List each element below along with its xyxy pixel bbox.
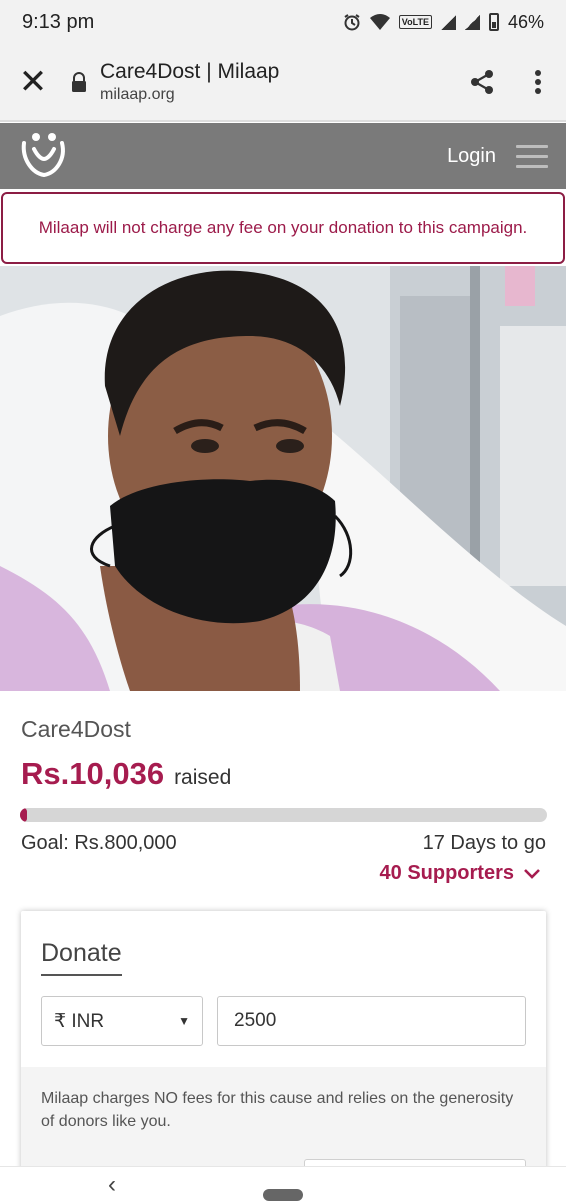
battery-icon — [488, 13, 499, 31]
volte-badge: VoLTE — [398, 15, 432, 29]
signal-icon — [440, 14, 456, 30]
goal-text: Goal: Rs.800,000 — [21, 832, 177, 854]
more-options-icon[interactable] — [510, 69, 566, 95]
status-bar: 9:13 pm VoLTE 46% — [0, 0, 566, 44]
home-pill-icon[interactable] — [263, 1189, 303, 1201]
alarm-icon — [344, 14, 360, 31]
status-icons: VoLTE 46% — [343, 12, 544, 33]
wifi-icon — [369, 14, 390, 30]
raised-label: raised — [174, 766, 232, 789]
donate-card: Donate ₹ INR ▼ Milaap charges NO fees fo… — [21, 911, 546, 1189]
currency-select[interactable]: ₹ INR ▼ — [41, 996, 203, 1046]
status-time: 9:13 pm — [22, 10, 95, 33]
fee-notice-banner: Milaap will not charge any fee on your d… — [1, 192, 565, 264]
login-link[interactable]: Login — [447, 145, 496, 168]
raised-summary: Rs.10,036 raised — [21, 756, 231, 792]
raised-amount: Rs.10,036 — [21, 756, 165, 791]
back-icon[interactable]: ‹ — [108, 1173, 116, 1197]
progress-fill — [20, 808, 27, 822]
lock-icon[interactable] — [66, 72, 92, 92]
page-domain: milaap.org — [100, 86, 175, 103]
donation-amount-input[interactable] — [217, 996, 526, 1046]
page-title: Care4Dost | Milaap — [100, 60, 280, 83]
milaap-logo[interactable] — [18, 129, 447, 184]
close-icon[interactable]: ✕ — [0, 65, 66, 99]
supporters-count: 40 Supporters — [379, 862, 514, 884]
site-header: Login — [0, 123, 566, 189]
days-left: 17 Days to go — [422, 832, 546, 854]
battery-percent: 46% — [507, 11, 544, 32]
chevron-down-icon — [524, 868, 540, 879]
currency-value: ₹ INR — [54, 1010, 105, 1032]
signal-icon-2 — [464, 14, 480, 30]
progress-bar — [20, 808, 547, 822]
donate-title: Donate — [41, 939, 122, 976]
browser-bar: ✕ Care4Dost | Milaap milaap.org — [0, 44, 566, 122]
url-bar[interactable]: Care4Dost | Milaap milaap.org — [100, 59, 454, 105]
supporters-toggle[interactable]: 40 Supporters — [380, 862, 540, 885]
dropdown-caret-icon: ▼ — [178, 1014, 190, 1028]
share-icon[interactable] — [454, 68, 510, 96]
campaign-photo — [0, 266, 566, 691]
menu-icon[interactable] — [516, 144, 548, 168]
system-nav-bar: ‹ — [0, 1166, 566, 1201]
campaign-name: Care4Dost — [21, 716, 131, 742]
